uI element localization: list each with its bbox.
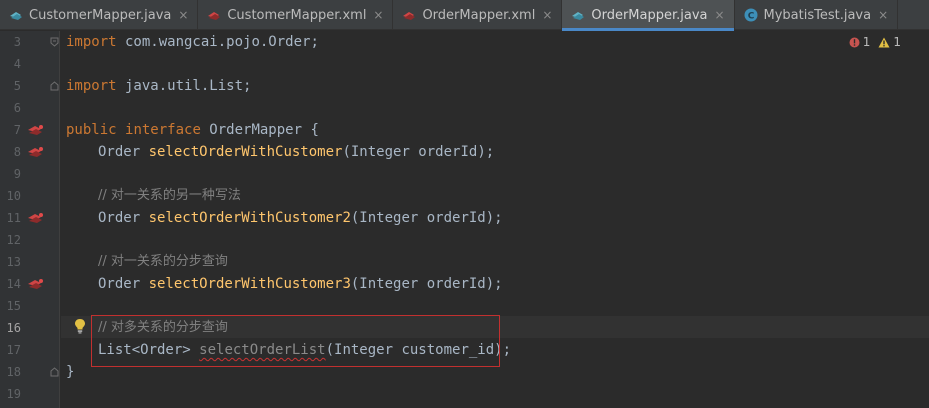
- tab-label: CustomerMapper.xml: [227, 7, 367, 23]
- fold-end-marker-icon[interactable]: [50, 367, 59, 377]
- tab-mybatistest-java[interactable]: C MybatisTest.java ×: [735, 0, 899, 30]
- type-name: List<Order>: [98, 342, 200, 358]
- warning-count[interactable]: 1: [878, 35, 901, 49]
- code-text: com.wangcai.pojo.Order;: [116, 34, 319, 50]
- editor-gutter[interactable]: 3 4 5 6 7 8 9 10 11 12 13 14 15 16 17 18…: [0, 31, 60, 408]
- line-number: 7: [13, 123, 21, 137]
- vertical-scrollbar[interactable]: [915, 31, 929, 408]
- mapper-java-icon: [10, 12, 22, 20]
- inspections-widget[interactable]: 1 1: [849, 35, 901, 49]
- line-number: 5: [13, 79, 21, 93]
- line-number: 12: [6, 233, 21, 247]
- code-text: (Integer orderId);: [350, 210, 503, 226]
- keyword: interface: [125, 122, 201, 138]
- tab-label: OrderMapper.xml: [422, 7, 536, 23]
- line-number: 13: [6, 255, 21, 269]
- keyword: import: [66, 78, 117, 94]
- gutter-line: 12: [0, 229, 60, 251]
- gutter-line: 17: [0, 339, 60, 361]
- tab-label: CustomerMapper.java: [29, 7, 172, 23]
- mapper-xml-icon: [403, 12, 416, 20]
- warning-icon: [878, 37, 890, 47]
- error-count[interactable]: 1: [849, 35, 871, 49]
- closing-brace: }: [66, 364, 75, 380]
- gutter-line: 15: [0, 295, 60, 317]
- warning-count-value: 1: [893, 35, 901, 49]
- gutter-line: 6: [0, 97, 60, 119]
- line-number: 15: [6, 299, 21, 313]
- line-number: 17: [6, 343, 21, 357]
- svg-text:C: C: [747, 12, 754, 22]
- gutter-line: 5: [0, 75, 60, 97]
- code-text: OrderMapper {: [200, 122, 319, 138]
- tab-customermapper-java[interactable]: CustomerMapper.java ×: [0, 0, 199, 30]
- line-number: 16: [6, 321, 21, 335]
- code-comment: // 对一关系的另一种写法: [98, 188, 241, 203]
- keyword: public: [66, 122, 117, 138]
- line-number: 10: [6, 189, 21, 203]
- type-name: Order: [98, 276, 149, 292]
- gutter-line: 4: [0, 53, 60, 75]
- error-icon: [849, 37, 860, 47]
- gutter-line: 7: [0, 119, 60, 141]
- line-number: 3: [13, 35, 21, 49]
- gutter-line: 3: [0, 31, 60, 53]
- tab-customermapper-xml[interactable]: CustomerMapper.xml ×: [198, 0, 394, 30]
- mybatis-navigate-icon[interactable]: [26, 210, 46, 226]
- gutter-line: 13: [0, 251, 60, 273]
- gutter-line: 9: [0, 163, 60, 185]
- ide-window: CustomerMapper.java × CustomerMapper.xml…: [0, 0, 929, 408]
- code-text: (Integer orderId);: [342, 144, 495, 160]
- keyword: import: [66, 34, 117, 50]
- mybatis-navigate-icon[interactable]: [26, 144, 46, 160]
- close-icon[interactable]: ×: [372, 8, 384, 22]
- code-text: (Integer orderId);: [350, 276, 503, 292]
- tab-label: MybatisTest.java: [763, 7, 872, 23]
- close-icon[interactable]: ×: [177, 8, 189, 22]
- method-name: selectOrderWithCustomer: [148, 144, 343, 160]
- method-name: selectOrderWithCustomer2: [148, 210, 351, 226]
- gutter-line: 18: [0, 361, 60, 383]
- gutter-line: 19: [0, 383, 60, 405]
- tab-ordermapper-java[interactable]: OrderMapper.java ×: [562, 0, 735, 31]
- type-name: Order: [98, 210, 149, 226]
- gutter-line: 14: [0, 273, 60, 295]
- java-class-icon: C: [744, 8, 757, 22]
- gutter-line: 16: [0, 317, 60, 339]
- close-icon[interactable]: ×: [714, 8, 726, 22]
- close-icon[interactable]: ×: [541, 8, 553, 22]
- gutter-line: 8: [0, 141, 60, 163]
- editor-tab-bar: CustomerMapper.java × CustomerMapper.xml…: [0, 0, 929, 31]
- code-editor[interactable]: import com.wangcai.pojo.Order; import ja…: [61, 31, 929, 408]
- fold-end-marker-icon[interactable]: [50, 81, 59, 91]
- mybatis-navigate-icon[interactable]: [26, 122, 46, 138]
- tab-label: OrderMapper.java: [591, 7, 708, 23]
- line-number: 6: [13, 101, 21, 115]
- code-text: (Integer customer_id);: [325, 342, 512, 358]
- code-comment: // 对多关系的分步查询: [98, 320, 228, 335]
- gutter-line: 11: [0, 207, 60, 229]
- tab-ordermapper-xml[interactable]: OrderMapper.xml ×: [393, 0, 563, 30]
- fold-marker-icon[interactable]: [50, 37, 59, 47]
- code-comment: // 对一关系的分步查询: [98, 254, 228, 269]
- close-icon[interactable]: ×: [877, 8, 889, 22]
- type-name: Order: [98, 144, 149, 160]
- mybatis-navigate-icon[interactable]: [26, 276, 46, 292]
- error-count-value: 1: [862, 35, 871, 49]
- code-text: java.util.List;: [116, 78, 252, 94]
- line-number: 18: [6, 365, 21, 379]
- mapper-java-icon: [572, 12, 585, 20]
- method-name: selectOrderWithCustomer3: [148, 276, 351, 292]
- gutter-line: 10: [0, 185, 60, 207]
- line-number: 11: [6, 211, 21, 225]
- mapper-xml-icon: [208, 12, 221, 20]
- line-number: 4: [13, 57, 21, 71]
- lightbulb-icon[interactable]: [73, 318, 87, 334]
- line-number: 8: [13, 145, 21, 159]
- unresolved-method-name[interactable]: selectOrderList: [199, 342, 325, 358]
- line-number: 14: [6, 277, 21, 291]
- line-number: 9: [13, 167, 21, 181]
- line-number: 19: [6, 387, 21, 401]
